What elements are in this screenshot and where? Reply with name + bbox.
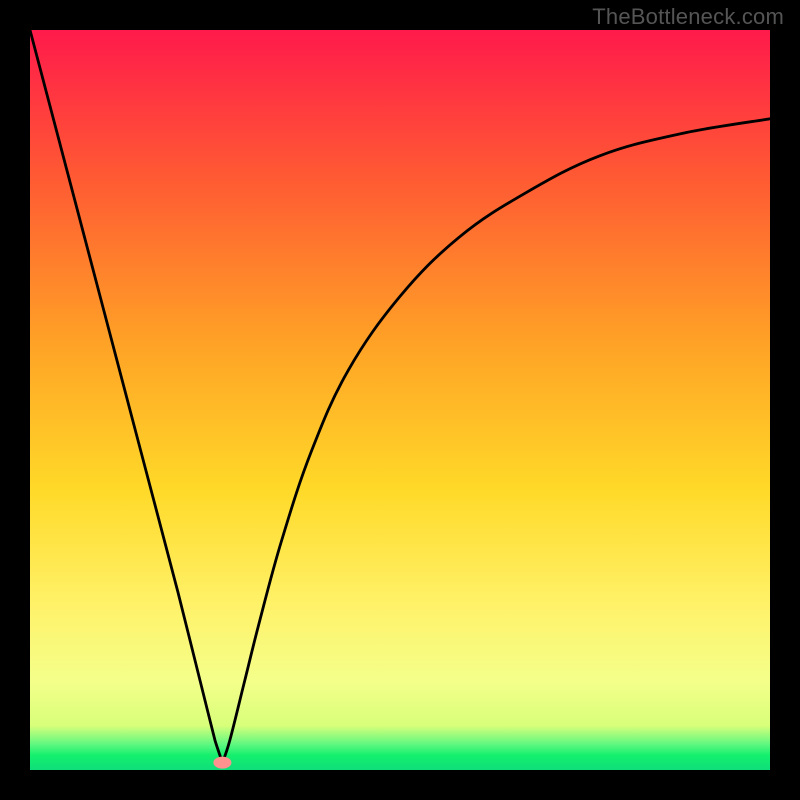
chart-svg	[30, 30, 770, 770]
curve-marker	[213, 757, 231, 769]
gradient-background	[30, 30, 770, 770]
watermark-text: TheBottleneck.com	[592, 4, 784, 30]
chart-frame: TheBottleneck.com	[0, 0, 800, 800]
plot-area	[30, 30, 770, 770]
